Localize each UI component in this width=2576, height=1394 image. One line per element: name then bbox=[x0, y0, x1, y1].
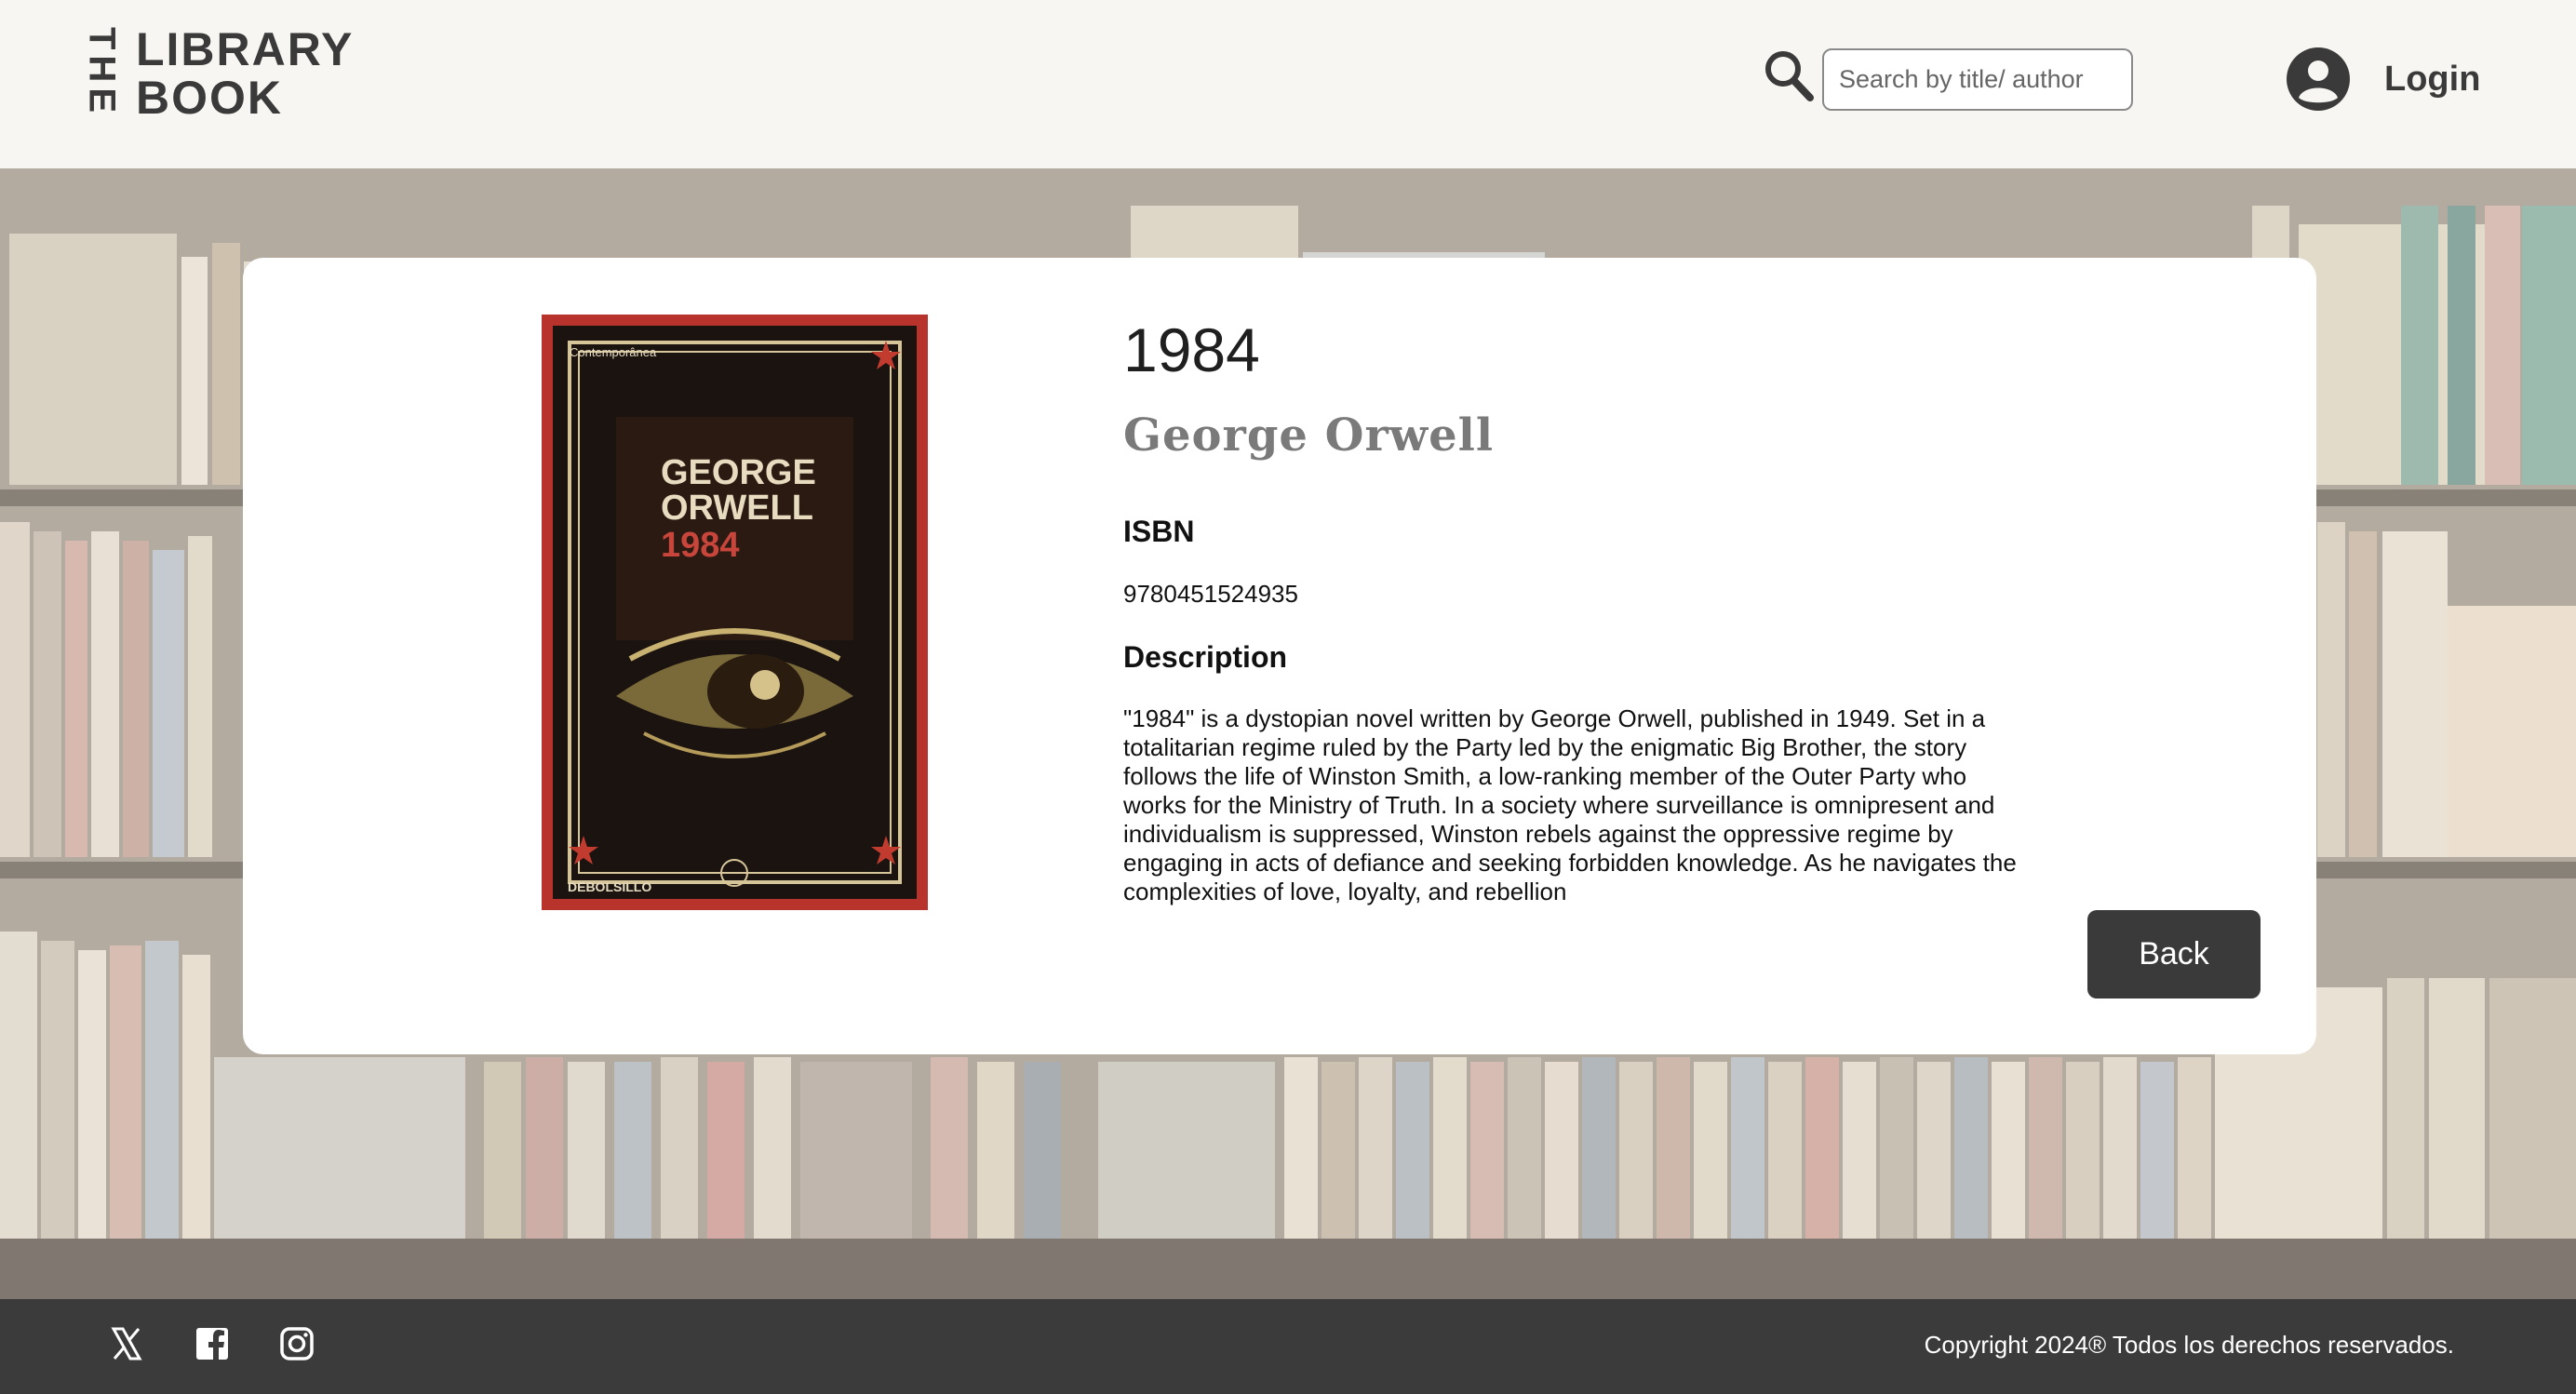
user-avatar-icon[interactable] bbox=[2287, 47, 2350, 111]
book-cover-image: Contemporânea GEORGE ORWELL 1984 DEBOLSI… bbox=[542, 315, 928, 910]
x-icon[interactable] bbox=[108, 1325, 145, 1362]
cover-author-line1: GEORGE bbox=[661, 453, 816, 492]
isbn-label: ISBN bbox=[1123, 515, 1195, 548]
search-input[interactable] bbox=[1822, 48, 2133, 111]
search-icon[interactable] bbox=[1763, 48, 1815, 102]
site-header: THE LIBRARY BOOK Login bbox=[0, 0, 2576, 168]
description-text: "1984" is a dystopian novel written by G… bbox=[1123, 704, 2017, 905]
site-logo[interactable]: THE LIBRARY BOOK bbox=[81, 23, 365, 124]
book-title: 1984 bbox=[1123, 315, 1260, 384]
isbn-value: 9780451524935 bbox=[1123, 580, 1298, 608]
facebook-icon[interactable] bbox=[194, 1325, 231, 1362]
cover-title: 1984 bbox=[661, 526, 740, 565]
login-link[interactable]: Login bbox=[2384, 56, 2480, 102]
cover-publisher-bottom: DEBOLSILLO bbox=[568, 879, 651, 894]
cover-author-line2: ORWELL bbox=[661, 489, 813, 528]
description-label: Description bbox=[1123, 640, 1288, 674]
logo-library: LIBRARY bbox=[136, 23, 355, 75]
logo-the: THE bbox=[81, 27, 123, 118]
book-author: George Orwell bbox=[1123, 409, 1495, 462]
logo-book: BOOK bbox=[136, 72, 283, 124]
cover-publisher-top: Contemporânea bbox=[570, 345, 657, 359]
copyright-text: Copyright 2024® Todos los derechos reser… bbox=[1924, 1331, 2454, 1359]
back-button[interactable]: Back bbox=[2087, 910, 2261, 999]
instagram-icon[interactable] bbox=[278, 1325, 315, 1362]
